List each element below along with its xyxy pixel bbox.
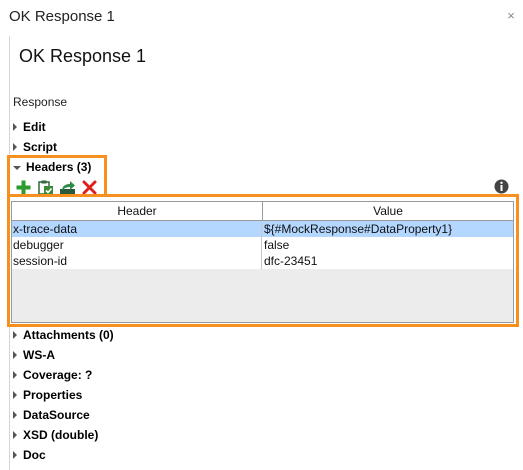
column-header-header[interactable]: Header xyxy=(12,202,263,220)
add-icon[interactable] xyxy=(15,179,32,196)
paste-icon[interactable] xyxy=(37,179,54,196)
column-header-value[interactable]: Value xyxy=(263,202,513,220)
expand-arrow-icon xyxy=(13,331,17,339)
table-row[interactable]: session-id dfc-23451 xyxy=(12,253,513,269)
section-label: DataSource xyxy=(23,408,90,422)
collapse-arrow-icon xyxy=(13,165,21,170)
window-titlebar: OK Response 1 × xyxy=(0,0,523,36)
header-cell[interactable]: debugger xyxy=(12,237,262,253)
delete-icon[interactable] xyxy=(81,179,98,196)
expand-arrow-icon xyxy=(13,351,17,359)
response-label: Response xyxy=(13,95,68,109)
expand-arrow-icon xyxy=(13,123,17,131)
section-xsd[interactable]: XSD (double) xyxy=(13,426,98,444)
expand-arrow-icon xyxy=(13,371,17,379)
section-doc[interactable]: Doc xyxy=(13,446,46,464)
section-label: Doc xyxy=(23,448,46,462)
expand-arrow-icon xyxy=(13,451,17,459)
export-icon[interactable] xyxy=(59,179,76,196)
header-cell[interactable]: session-id xyxy=(12,253,262,269)
table-row[interactable]: debugger false xyxy=(12,237,513,253)
section-script[interactable]: Script xyxy=(13,138,57,156)
section-label: Headers (3) xyxy=(26,160,92,174)
section-label: XSD (double) xyxy=(23,428,99,442)
headers-table[interactable]: Header Value x-trace-data ${#MockRespons… xyxy=(11,201,514,323)
section-coverage[interactable]: Coverage: ? xyxy=(13,366,92,384)
info-icon[interactable] xyxy=(494,179,509,194)
page-title: OK Response 1 xyxy=(19,46,147,66)
section-attachments[interactable]: Attachments (0) xyxy=(13,326,114,344)
section-headers[interactable]: Headers (3) xyxy=(13,158,91,176)
value-cell[interactable]: ${#MockResponse#DataProperty1} xyxy=(262,221,513,237)
close-icon[interactable]: × xyxy=(504,9,518,23)
section-label: Script xyxy=(23,140,58,154)
table-row[interactable]: x-trace-data ${#MockResponse#DataPropert… xyxy=(12,221,513,237)
section-label: Coverage: ? xyxy=(23,368,93,382)
expand-arrow-icon xyxy=(13,431,17,439)
table-header-row: Header Value xyxy=(12,202,513,221)
expand-arrow-icon xyxy=(13,143,17,151)
section-label: Attachments (0) xyxy=(23,328,114,342)
section-edit[interactable]: Edit xyxy=(13,118,46,136)
expand-arrow-icon xyxy=(13,411,17,419)
section-ws-a[interactable]: WS-A xyxy=(13,346,55,364)
value-cell[interactable]: false xyxy=(262,237,513,253)
section-label: Properties xyxy=(23,388,83,402)
section-datasource[interactable]: DataSource xyxy=(13,406,90,424)
section-label: Edit xyxy=(23,120,46,134)
section-label: WS-A xyxy=(23,348,55,362)
header-cell[interactable]: x-trace-data xyxy=(12,221,262,237)
value-cell[interactable]: dfc-23451 xyxy=(262,253,513,269)
expand-arrow-icon xyxy=(13,391,17,399)
section-properties[interactable]: Properties xyxy=(13,386,82,404)
window-title: OK Response 1 xyxy=(9,8,115,25)
